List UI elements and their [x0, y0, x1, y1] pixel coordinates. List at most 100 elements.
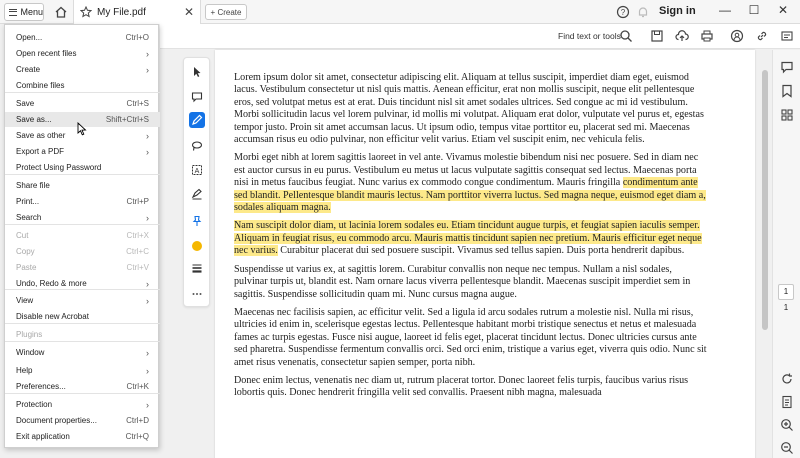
signature-icon [191, 188, 202, 200]
menu-item-label: Cut [16, 231, 29, 240]
sign-tool[interactable] [189, 186, 205, 202]
comment-icon [191, 92, 203, 103]
menu-item-combine-files[interactable]: Combine files [5, 78, 160, 93]
lasso-icon [191, 141, 203, 151]
menu-item-shortcut: Ctrl+C [126, 247, 149, 256]
page-number-input[interactable]: 1 [778, 284, 794, 300]
share-user-icon[interactable] [730, 29, 744, 43]
document-toolbar: Find text or tools [160, 24, 800, 49]
menu-item-shortcut: Ctrl+O [125, 33, 149, 42]
menu-item-label: View [16, 296, 34, 305]
menu-item-create[interactable]: Create › [5, 62, 160, 77]
home-icon[interactable] [54, 5, 68, 19]
menu-item-undo-redo-more[interactable]: Undo, Redo & more › [5, 276, 160, 291]
line-weight-tool[interactable] [189, 260, 205, 276]
menu-item-open-recent-files[interactable]: Open recent files › [5, 46, 160, 61]
menu-item-label: Plugins [16, 330, 43, 339]
text-run: Curabitur placerat dui sed posuere susci… [277, 245, 685, 257]
find-text-or-tools[interactable]: Find text or tools [558, 31, 621, 41]
notifications-icon[interactable] [636, 5, 650, 19]
chevron-right-icon: › [146, 64, 149, 75]
menu-item-exit-application[interactable]: Exit application Ctrl+Q [5, 429, 160, 444]
vertical-scrollbar[interactable] [760, 50, 770, 458]
page-view-icon[interactable] [780, 395, 794, 409]
svg-text:?: ? [621, 8, 626, 17]
comment-tool[interactable] [189, 89, 205, 105]
menu-item-export-a-pdf[interactable]: Export a PDF › [5, 144, 160, 159]
chevron-right-icon: › [146, 365, 149, 376]
menu-item-shortcut: Ctrl+D [126, 416, 149, 425]
cloud-upload-icon[interactable] [675, 29, 689, 43]
print-icon[interactable] [700, 29, 714, 43]
text-run: Suspendisse ut varius ex, at sagittis lo… [234, 263, 691, 300]
help-icon[interactable]: ? [616, 5, 630, 19]
comments-panel-icon[interactable] [780, 60, 794, 74]
paragraph: Suspendisse ut varius ex, at sagittis lo… [234, 264, 707, 301]
menu-item-document-properties[interactable]: Document properties... Ctrl+D [5, 413, 160, 428]
more-icon [192, 293, 202, 295]
page-total: 1 [783, 303, 789, 312]
menu-item-label: Document properties... [16, 416, 97, 425]
menu-item-label: Combine files [16, 81, 65, 90]
chevron-right-icon: › [146, 347, 149, 358]
chevron-right-icon: › [146, 278, 149, 289]
sign-in-button[interactable]: Sign in [659, 5, 696, 17]
menu-item-label: Paste [16, 263, 37, 272]
chevron-right-icon: › [146, 295, 149, 306]
menu-item-open[interactable]: Open... Ctrl+O [5, 30, 160, 45]
menu-item-print[interactable]: Print... Ctrl+P [5, 194, 160, 209]
menu-button[interactable]: Menu [4, 3, 44, 21]
menu-item-help[interactable]: Help › [5, 363, 160, 378]
maximize-icon[interactable]: ☐ [747, 3, 761, 17]
save-icon[interactable] [650, 29, 664, 43]
menu-item-label: Open recent files [16, 49, 77, 58]
tab-title: My File.pdf [97, 6, 146, 18]
thumbnails-icon[interactable] [780, 108, 794, 122]
menu-item-save[interactable]: Save Ctrl+S [5, 96, 160, 111]
star-icon[interactable] [80, 6, 92, 18]
refresh-icon[interactable] [780, 372, 794, 386]
highlight-tool[interactable] [189, 112, 205, 128]
menu-item-label: Share file [16, 181, 50, 190]
menu-item-protect-using-password[interactable]: Protect Using Password [5, 160, 160, 175]
menu-item-shortcut: Ctrl+P [126, 197, 149, 206]
text-box-tool[interactable]: A [189, 162, 205, 178]
menu-item-paste: Paste Ctrl+V [5, 260, 160, 275]
menu-button-label: Menu [20, 7, 43, 17]
minimize-icon[interactable]: — [718, 3, 732, 17]
edit-text-icon[interactable] [780, 29, 794, 43]
draw-tool[interactable] [189, 138, 205, 154]
select-tool[interactable] [189, 64, 205, 80]
zoom-in-icon[interactable] [780, 418, 794, 432]
mouse-cursor-icon [77, 122, 87, 136]
menu-item-label: Disable new Acrobat [16, 312, 89, 321]
right-sidebar [772, 50, 800, 458]
color-picker[interactable] [189, 238, 205, 254]
pin-tool[interactable] [189, 213, 205, 229]
link-icon[interactable] [755, 29, 769, 43]
create-button[interactable]: + Create [205, 4, 247, 20]
search-icon[interactable] [619, 29, 633, 43]
scroll-thumb[interactable] [762, 70, 768, 330]
tab-close-icon[interactable]: ✕ [184, 5, 194, 19]
paragraph: Morbi eget nibh at lorem sagittis laoree… [234, 152, 707, 214]
menu-item-shortcut: Ctrl+S [126, 99, 149, 108]
pen-icon [192, 114, 203, 125]
menu-item-search[interactable]: Search › [5, 210, 160, 225]
menu-item-share-file[interactable]: Share file [5, 178, 160, 193]
menu-item-protection[interactable]: Protection › [5, 397, 160, 412]
menu-item-label: Export a PDF [16, 147, 65, 156]
tab-my-file[interactable]: My File.pdf ✕ [73, 0, 201, 24]
menu-item-window[interactable]: Window › [5, 345, 160, 360]
zoom-out-icon[interactable] [780, 441, 794, 455]
more-tools[interactable] [189, 286, 205, 302]
title-bar: Menu My File.pdf ✕ + Create ? Sign in — … [0, 0, 800, 24]
menu-item-preferences[interactable]: Preferences... Ctrl+K [5, 379, 160, 394]
menu-item-view[interactable]: View › [5, 293, 160, 308]
menu-item-label: Protect Using Password [16, 163, 102, 172]
document-body: Lorem ipsum dolor sit amet, consectetur … [234, 72, 707, 406]
close-window-icon[interactable]: ✕ [776, 3, 790, 17]
chevron-right-icon: › [146, 146, 149, 157]
menu-item-disable-new-acrobat[interactable]: Disable new Acrobat [5, 309, 160, 324]
bookmarks-icon[interactable] [780, 84, 794, 98]
